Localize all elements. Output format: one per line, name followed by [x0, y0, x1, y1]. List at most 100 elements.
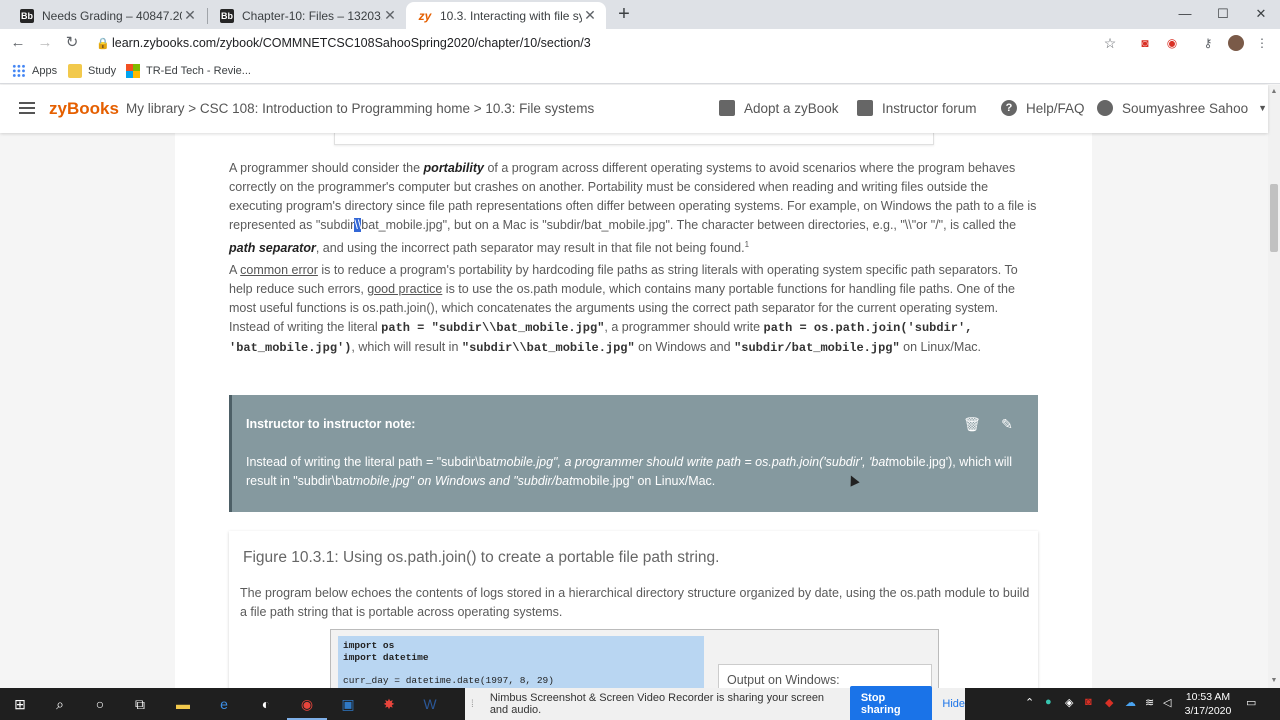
forward-icon[interactable]: →: [35, 33, 55, 53]
code-line: import os: [343, 640, 395, 651]
onedrive-icon[interactable]: ☁: [1125, 696, 1136, 709]
tab-title: Chapter-10: Files – 13203.120111: [242, 8, 382, 23]
link-good-practice[interactable]: good practice: [367, 282, 442, 296]
settings-gear-icon[interactable]: ✸: [379, 694, 399, 714]
close-tab-icon[interactable]: ✕: [582, 7, 598, 24]
wifi-icon[interactable]: ≋: [1145, 696, 1154, 709]
back-icon[interactable]: ←: [8, 33, 28, 53]
tray-record-icon[interactable]: ◙: [1085, 696, 1092, 708]
breadcrumb[interactable]: My library > CSC 108: Introduction to Pr…: [126, 101, 594, 116]
close-tab-icon[interactable]: ✕: [382, 7, 398, 24]
help-faq-link[interactable]: ? Help/FAQ: [1001, 100, 1085, 116]
profile-avatar[interactable]: [1228, 35, 1244, 51]
folder-icon: [68, 64, 82, 78]
bookmark-study[interactable]: Study: [68, 63, 116, 79]
drag-grip-icon[interactable]: ⁞: [471, 699, 482, 710]
notifications-icon[interactable]: ▭: [1246, 696, 1256, 709]
user-menu[interactable]: Soumyashree Sahoo ▼: [1097, 100, 1267, 116]
volume-icon[interactable]: ◁: [1163, 696, 1171, 709]
page-viewport: A programmer should consider the portabi…: [0, 85, 1268, 688]
instructor-forum-link[interactable]: Instructor forum: [857, 100, 977, 116]
tray-app-icon[interactable]: ●: [1045, 696, 1052, 708]
bookmark-label: TR-Ed Tech - Revie...: [146, 65, 251, 77]
url-text: learn.zybooks.com/zybook/COMMNETCSC108Sa…: [112, 36, 591, 50]
code-line: curr_day = datetime.date(1997, 8, 29): [343, 674, 554, 686]
note-body: Instead of writing the literal path = "s…: [246, 455, 1013, 488]
chevron-down-icon: ▼: [1258, 103, 1268, 113]
figure-10-3-1: Figure 10.3.1: Using os.path.join() to c…: [229, 531, 1038, 688]
forum-chat-icon: [857, 100, 873, 116]
browser-toolbar: ← → ↻ 🔒 learn.zybooks.com/zybook/COMMNETC…: [0, 29, 1280, 58]
paragraph-portability: A programmer should consider the portabi…: [229, 161, 1037, 256]
record-extension-icon[interactable]: ◉: [1164, 35, 1180, 51]
search-icon[interactable]: ⌕: [50, 694, 70, 714]
trash-icon[interactable]: 🗑: [963, 415, 981, 433]
menu-kebab-icon[interactable]: ⋮: [1254, 35, 1270, 51]
term-path-separator: path separator: [229, 241, 316, 256]
code-line: import datetime: [343, 651, 429, 663]
word-icon[interactable]: W: [420, 694, 440, 714]
minimize-button[interactable]: —: [1166, 0, 1204, 29]
scroll-up-icon[interactable]: ▲: [1268, 85, 1280, 99]
bookmark-label: Study: [88, 65, 117, 77]
link-common-error[interactable]: common error: [240, 263, 318, 277]
hamburger-menu-icon[interactable]: [19, 102, 35, 114]
close-tab-icon[interactable]: ✕: [182, 7, 198, 24]
key-icon[interactable]: ⚷: [1200, 35, 1216, 51]
pocket-extension-icon[interactable]: ◙: [1137, 35, 1153, 51]
system-clock[interactable]: 10:53 AM 3/17/2020: [1184, 690, 1232, 718]
clock-date: 3/17/2020: [1184, 705, 1232, 717]
zybooks-logo[interactable]: zyBooks: [49, 99, 119, 119]
figure-description: The program below echoes the contents of…: [240, 586, 1030, 619]
footnote-ref: 1: [744, 240, 750, 249]
paragraph-os-path: A common error is to reduce a program's …: [229, 263, 1018, 355]
code-pane: import os import datetime curr_day = dat…: [338, 636, 704, 688]
help-icon: ?: [1001, 100, 1017, 116]
tray-chevron-icon[interactable]: ⌃: [1025, 696, 1034, 709]
address-bar[interactable]: 🔒 learn.zybooks.com/zybook/COMMNETCSC108S…: [96, 33, 1126, 54]
tab-title: Needs Grading – 40847.202040: [42, 8, 182, 23]
cortana-icon[interactable]: ○: [90, 694, 110, 714]
scroll-thumb[interactable]: [1270, 184, 1278, 252]
bookmark-apps[interactable]: Apps: [12, 63, 57, 79]
outlook-icon[interactable]: ▣: [338, 694, 358, 714]
edge-icon[interactable]: e: [214, 694, 234, 714]
tab-needs-grading[interactable]: Bb Needs Grading – 40847.202040 ✕: [8, 2, 206, 29]
maximize-button[interactable]: ☐: [1204, 0, 1242, 29]
bookmark-tr-ed-tech[interactable]: TR-Ed Tech - Revie...: [126, 63, 251, 79]
zybooks-icon: zy: [418, 8, 432, 23]
bookmarks-bar: Apps Study TR-Ed Tech - Revie...: [0, 58, 1280, 84]
tray-shield-icon[interactable]: ◈: [1065, 696, 1073, 709]
previous-box-edge: [334, 133, 934, 145]
hide-button[interactable]: Hide: [942, 698, 965, 710]
edit-pencil-icon[interactable]: ✎: [998, 415, 1016, 433]
blackboard-icon: Bb: [220, 8, 234, 23]
tab-chapter-10[interactable]: Bb Chapter-10: Files – 13203.120111 ✕: [208, 2, 406, 29]
tab-strip: Bb Needs Grading – 40847.202040 ✕ Bb Cha…: [0, 0, 1280, 29]
bookmark-label: Apps: [32, 65, 58, 77]
book-icon: [719, 100, 735, 116]
apps-grid-icon: [12, 64, 26, 78]
tray-security-icon[interactable]: ◆: [1105, 696, 1113, 709]
note-title: Instructor to instructor note:: [246, 417, 416, 431]
figure-title: Figure 10.3.1: Using os.path.join() to c…: [243, 549, 720, 566]
scroll-down-icon[interactable]: ▼: [1268, 674, 1280, 688]
file-explorer-icon[interactable]: ▬: [173, 694, 193, 714]
account-icon: [1097, 100, 1113, 116]
windows-start-icon[interactable]: ⊞: [10, 694, 30, 714]
term-portability: portability: [423, 161, 484, 175]
adopt-zybook-link[interactable]: Adopt a zyBook: [719, 100, 839, 116]
code-example-box: import os import datetime curr_day = dat…: [330, 629, 939, 688]
tab-file-systems[interactable]: zy 10.3. Interacting with file systems ✕: [406, 2, 606, 29]
chrome-icon[interactable]: ◉: [287, 694, 327, 720]
page-scrollbar[interactable]: ▲ ▼: [1268, 85, 1280, 688]
reload-icon[interactable]: ↻: [62, 33, 82, 53]
app-icon[interactable]: ◐: [256, 694, 276, 714]
new-tab-button[interactable]: +: [614, 3, 634, 25]
bookmark-star-icon[interactable]: ☆: [1102, 35, 1118, 51]
close-window-button[interactable]: ✕: [1242, 0, 1280, 29]
microsoft-icon: [126, 64, 140, 78]
task-view-icon[interactable]: ⧉: [130, 694, 150, 714]
stop-sharing-button[interactable]: Stop sharing: [849, 686, 933, 720]
clock-time: 10:53 AM: [1185, 691, 1231, 703]
